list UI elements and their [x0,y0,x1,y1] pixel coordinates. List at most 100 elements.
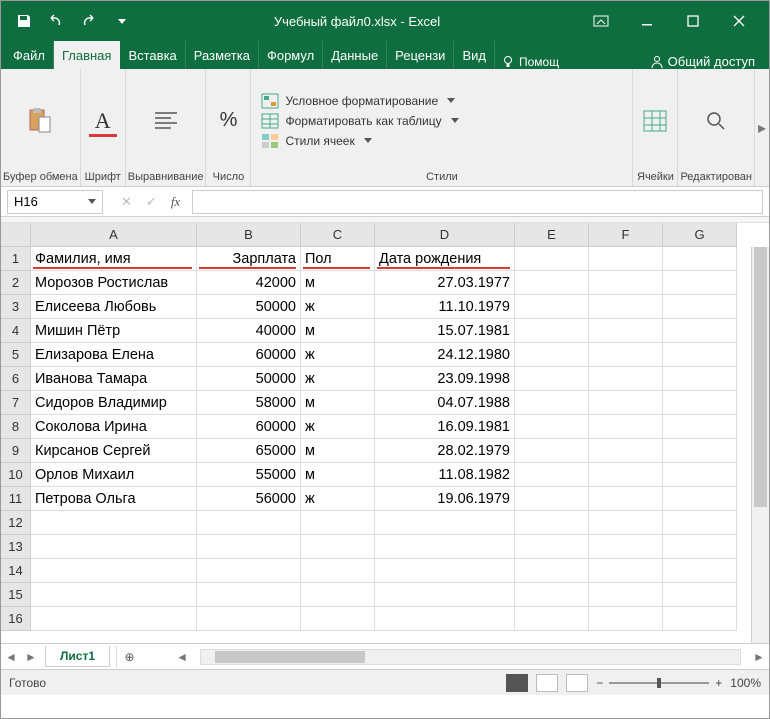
col-header-G[interactable]: G [663,223,737,247]
alignment-button[interactable] [146,103,186,139]
col-header-D[interactable]: D [375,223,515,247]
scroll-thumb[interactable] [754,247,767,507]
cell-C10[interactable]: м [301,463,375,487]
cell-A9[interactable]: Кирсанов Сергей [31,439,197,463]
row-header-1[interactable]: 1 [1,247,31,271]
qat-more-icon[interactable] [105,7,135,35]
cell-C2[interactable]: м [301,271,375,295]
tell-me[interactable]: Помощ [495,55,565,69]
cell-E8[interactable] [515,415,589,439]
cell-C4[interactable]: м [301,319,375,343]
cell-F4[interactable] [589,319,663,343]
row-header-12[interactable]: 12 [1,511,31,535]
cell-D3[interactable]: 11.10.1979 [375,295,515,319]
cell-B14[interactable] [197,559,301,583]
cell-F7[interactable] [589,391,663,415]
cell-E4[interactable] [515,319,589,343]
cell-C9[interactable]: м [301,439,375,463]
cell-F8[interactable] [589,415,663,439]
cell-C14[interactable] [301,559,375,583]
close-button[interactable] [717,7,761,35]
fx-icon[interactable]: fx [171,194,180,210]
cell-C7[interactable]: м [301,391,375,415]
cell-F9[interactable] [589,439,663,463]
cell-C16[interactable] [301,607,375,631]
cell-F14[interactable] [589,559,663,583]
format-as-table-button[interactable]: Форматировать как таблицу [261,113,458,129]
slider-track[interactable] [609,682,709,684]
col-header-B[interactable]: B [197,223,301,247]
row-header-6[interactable]: 6 [1,367,31,391]
cell-A12[interactable] [31,511,197,535]
ribbon-options-icon[interactable] [579,7,623,35]
cell-A14[interactable] [31,559,197,583]
cell-B16[interactable] [197,607,301,631]
vertical-scrollbar[interactable] [751,247,769,643]
cell-B11[interactable]: 56000 [197,487,301,511]
cell-E15[interactable] [515,583,589,607]
cell-E13[interactable] [515,535,589,559]
cell-B12[interactable] [197,511,301,535]
row-header-9[interactable]: 9 [1,439,31,463]
col-header-C[interactable]: C [301,223,375,247]
cell-E5[interactable] [515,343,589,367]
cell-G16[interactable] [663,607,737,631]
worksheet-grid[interactable]: ABCDEFG1Фамилия, имяЗарплатаПолДата рожд… [1,223,769,643]
cell-G11[interactable] [663,487,737,511]
tab-view[interactable]: Вид [454,41,495,69]
cell-F12[interactable] [589,511,663,535]
cell-F13[interactable] [589,535,663,559]
zoom-out-button[interactable]: − [596,676,603,690]
cell-E1[interactable] [515,247,589,271]
cell-A7[interactable]: Сидоров Владимир [31,391,197,415]
cell-E14[interactable] [515,559,589,583]
accept-formula-icon[interactable]: ✓ [146,194,157,210]
cell-G1[interactable] [663,247,737,271]
cell-D1[interactable]: Дата рождения [375,247,515,271]
cell-C15[interactable] [301,583,375,607]
tab-review[interactable]: Рецензи [387,41,454,69]
view-page-break-button[interactable] [566,674,588,692]
cell-A15[interactable] [31,583,197,607]
row-header-5[interactable]: 5 [1,343,31,367]
cell-B15[interactable] [197,583,301,607]
cell-G14[interactable] [663,559,737,583]
cell-B10[interactable]: 55000 [197,463,301,487]
ribbon-overflow-icon[interactable]: ▸ [755,69,769,186]
row-header-7[interactable]: 7 [1,391,31,415]
cell-C8[interactable]: ж [301,415,375,439]
cell-B3[interactable]: 50000 [197,295,301,319]
cell-C6[interactable]: ж [301,367,375,391]
cell-F3[interactable] [589,295,663,319]
cell-G13[interactable] [663,535,737,559]
cell-G5[interactable] [663,343,737,367]
cell-F1[interactable] [589,247,663,271]
cell-C1[interactable]: Пол [301,247,375,271]
cell-C13[interactable] [301,535,375,559]
cell-B5[interactable]: 60000 [197,343,301,367]
cell-C5[interactable]: ж [301,343,375,367]
cell-A1[interactable]: Фамилия, имя [31,247,197,271]
font-button[interactable]: A [83,103,123,139]
cell-F10[interactable] [589,463,663,487]
sheet-nav-next[interactable]: ► [21,650,41,664]
cell-D13[interactable] [375,535,515,559]
cell-C3[interactable]: ж [301,295,375,319]
paste-button[interactable] [20,103,60,139]
share-button[interactable]: Общий доступ [640,54,765,69]
cell-D12[interactable] [375,511,515,535]
cells-button[interactable] [635,103,675,139]
name-box[interactable]: H16 [7,190,103,214]
cell-G15[interactable] [663,583,737,607]
minimize-button[interactable] [625,7,669,35]
horizontal-scrollbar[interactable] [200,649,741,665]
cell-A2[interactable]: Морозов Ростислав [31,271,197,295]
cell-D11[interactable]: 19.06.1979 [375,487,515,511]
tab-file[interactable]: Файл [5,41,54,69]
cell-C11[interactable]: ж [301,487,375,511]
cell-G2[interactable] [663,271,737,295]
select-all-corner[interactable] [1,223,31,247]
cell-B7[interactable]: 58000 [197,391,301,415]
undo-button[interactable] [41,7,71,35]
save-button[interactable] [9,7,39,35]
